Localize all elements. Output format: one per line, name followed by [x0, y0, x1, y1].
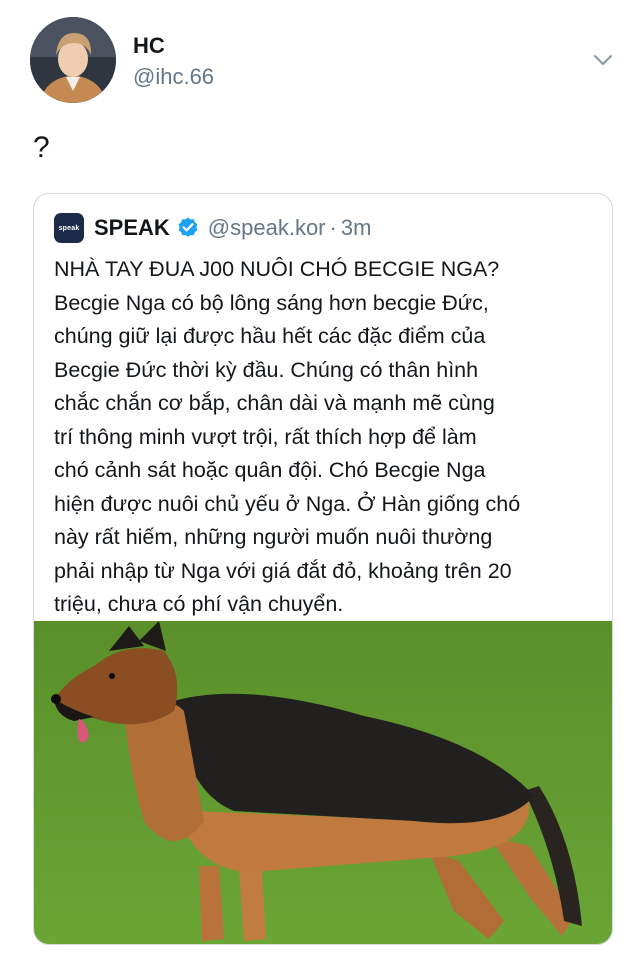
text-line: chó cảnh sát hoặc quân đội. Chó Becgie N…: [54, 458, 486, 482]
quoted-handle[interactable]: @speak.kor: [208, 215, 326, 241]
text-line: Becgie Nga có bộ lông sáng hơn becgie Đứ…: [54, 290, 489, 315]
verified-badge-icon: [178, 217, 198, 237]
text-line: trí thông minh vượt trội, rất thích hợp …: [54, 424, 477, 449]
text-line: NHÀ TAY ĐUA J00 NUÔI CHÓ BECGIE NGA?: [54, 257, 500, 281]
text-line: hiện được nuôi chủ yếu ở Nga. Ở Hàn giốn…: [54, 491, 521, 516]
chevron-down-icon[interactable]: [588, 48, 618, 72]
text-line: chúng giữ lại được hầu hết các đặc điểm …: [54, 324, 486, 348]
text-line: này rất hiếm, những người muốn nuôi thườ…: [54, 525, 493, 549]
avatar-portrait-icon: [30, 17, 116, 103]
quoted-tweet-text: NHÀ TAY ĐUA J00 NUÔI CHÓ BECGIE NGA? Bec…: [54, 253, 604, 622]
text-line: Becgie Đức thời kỳ đầu. Chúng có thân hì…: [54, 357, 479, 382]
text-line: chắc chắn cơ bắp, chân dài và mạnh mẽ cù…: [54, 391, 495, 415]
quoted-tweet-header: speak SPEAK @speak.kor · 3m: [54, 212, 371, 244]
quoted-timestamp[interactable]: 3m: [341, 215, 372, 241]
german-shepherd-photo[interactable]: [34, 621, 612, 944]
speak-logo-text: speak: [58, 224, 80, 232]
author-display-name[interactable]: HC: [133, 33, 165, 59]
tweet-text: ?: [33, 131, 50, 164]
author-handle[interactable]: @ihc.66: [133, 64, 214, 90]
quoted-display-name[interactable]: SPEAK: [94, 215, 170, 241]
dog-image: [34, 621, 612, 944]
text-line: phải nhập từ Nga với giá đắt đỏ, khoảng …: [54, 558, 512, 583]
tweet-card: HC @ihc.66 ? speak SPEAK @speak.kor · 3m…: [0, 0, 644, 960]
header-separator: ·: [329, 215, 337, 240]
author-avatar[interactable]: [30, 17, 116, 103]
text-line: triệu, chưa có phí vận chuyển.: [54, 592, 344, 616]
speak-logo[interactable]: speak: [54, 213, 84, 243]
quoted-tweet[interactable]: speak SPEAK @speak.kor · 3m NHÀ TAY ĐUA …: [33, 193, 613, 945]
